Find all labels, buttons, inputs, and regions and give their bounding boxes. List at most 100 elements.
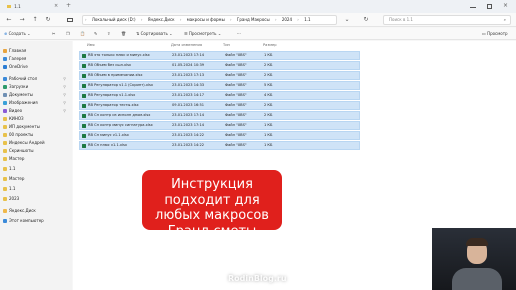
create-button[interactable]: ⊕ Создать ⌄ (4, 30, 31, 38)
folder-icon (3, 156, 7, 161)
refresh-icon[interactable]: ↻ (362, 16, 370, 24)
sidebar-item[interactable]: Мастер (3, 175, 69, 182)
sidebar-item[interactable]: Яндекс.Диск (3, 207, 69, 214)
sidebar-item[interactable]: Видео ⚲ (3, 107, 69, 114)
column-header-size[interactable]: Размер (263, 41, 276, 49)
more-options-icon[interactable]: ··· (237, 30, 241, 38)
file-type: Файл "XBS" (225, 83, 247, 87)
pin-icon: ⚲ (63, 100, 66, 105)
sidebar-item-label: 1.1 (9, 166, 16, 171)
cut-icon[interactable]: ✂ (52, 30, 55, 38)
breadcrumb-item[interactable]: 1.1 (302, 16, 312, 24)
preview-button[interactable]: ▭ Просмотр (482, 30, 508, 38)
column-header-date[interactable]: Дата изменения (171, 41, 202, 49)
file-row[interactable]: RB Сн минус v1.1.xlsx 23.01.2023 14:22 Фай… (79, 131, 360, 140)
sidebar-item[interactable]: Мастер (3, 155, 69, 162)
sidebar-item[interactable]: Галерея (3, 55, 69, 62)
refresh-icon[interactable]: ↻ (44, 16, 52, 24)
file-size: 1 КБ (264, 123, 273, 127)
view-button[interactable]: ☰ Просмотреть ⌄ (184, 30, 221, 38)
video-icon (3, 108, 7, 113)
sidebar-item-label: Изображения (9, 100, 38, 105)
computer-icon (3, 218, 7, 223)
sidebar-item-label: OneDrive (9, 64, 28, 69)
file-name: RB Регуляратор v1.1 (Скрипт).xlsx (88, 83, 153, 87)
sidebar-item[interactable]: Скриншоты (3, 147, 69, 154)
sidebar-item-label: Галерея (9, 56, 27, 61)
navigation-pane: Главная Галерея OneDrive Рабочий стол ⚲ Загру… (0, 41, 72, 290)
sidebar-item[interactable]: Рабочий стол ⚲ (3, 75, 69, 82)
folder-icon (7, 5, 11, 8)
paste-icon[interactable]: 📋 (80, 30, 85, 38)
watermark: RodinBlog.ru (228, 274, 287, 283)
sidebar-item[interactable]: Документы ⚲ (3, 91, 69, 98)
breadcrumb-item[interactable]: макросы и формы (185, 16, 227, 24)
close-window-button[interactable]: × (503, 2, 508, 9)
sidebar-item[interactable]: ИП документы (3, 123, 69, 130)
file-row[interactable]: RB Сн контр минус сигнатура.xlsx 23.01.20… (79, 121, 360, 130)
file-row[interactable]: RB Объем в примечании.xlsx 23.01.2023 17:… (79, 71, 360, 80)
file-type: Файл "XBS" (225, 103, 247, 107)
breadcrumb-item[interactable]: Локальный диск (D:) (90, 16, 138, 24)
file-row[interactable]: RB это только плюс и минус.xlsx 23.01.202… (79, 51, 360, 60)
file-type: Файл "XBS" (225, 53, 247, 57)
column-headers: Имя Дата изменения Тип Размер (73, 41, 516, 49)
sidebar-item[interactable]: Загрузки ⚲ (3, 83, 69, 90)
folder-icon (3, 166, 7, 171)
file-type: Файл "XBS" (225, 133, 247, 137)
file-row[interactable]: RB Регуляратор тесты.xlsx 09.01.2023 16:5… (79, 101, 360, 110)
sidebar-item[interactable]: Главная (3, 47, 69, 54)
sidebar-item[interactable]: Изображения ⚲ (3, 99, 69, 106)
minimize-button[interactable] (470, 7, 476, 8)
file-size: 1 КБ (264, 53, 273, 57)
chevron-right-icon: › (179, 17, 182, 22)
column-header-type[interactable]: Тип (223, 41, 230, 49)
file-row[interactable]: RB Сн контр из исполн дном.xlsx 23.01.202… (79, 111, 360, 120)
share-icon[interactable]: ⇪ (107, 30, 110, 38)
file-date: 23.01.2023 17:14 (172, 113, 205, 117)
home-icon (3, 48, 7, 53)
delete-icon[interactable]: 🗑 (121, 30, 126, 38)
column-header-name[interactable]: Имя (87, 41, 95, 49)
up-arrow-icon[interactable]: ↑ (31, 16, 39, 24)
sidebar-item[interactable]: КИНОЗ (3, 115, 69, 122)
folder-icon (3, 124, 7, 129)
file-size: 4 КБ (264, 93, 273, 97)
file-row[interactable]: RB Регуляратор v1.1 (Скрипт).xlsx 23.01.2… (79, 81, 360, 90)
rename-icon[interactable]: ✎ (94, 30, 97, 38)
close-tab-button[interactable]: × (54, 3, 58, 9)
file-row[interactable]: RB Регуляратор v1.1.xlsx 23.01.2023 14:17… (79, 91, 360, 100)
chevron-down-icon[interactable]: ⌄ (343, 16, 351, 24)
file-row[interactable]: RB Объем без сшл.xlsx 01.05.2024 10:39 Фай… (79, 61, 360, 70)
sidebar-item[interactable]: 2023 (3, 195, 69, 202)
sidebar-item-label: Индексы Андрей (9, 140, 45, 145)
breadcrumb-item[interactable]: 2024 (280, 16, 294, 24)
sidebar-item[interactable]: 1.1 (3, 165, 69, 172)
sidebar-item[interactable]: 00 проекты (3, 131, 69, 138)
breadcrumb-item[interactable]: Яндекс.Диск (146, 16, 177, 24)
excel-file-icon (82, 133, 86, 138)
copy-icon[interactable]: ❐ (66, 30, 70, 38)
file-date: 23.01.2023 14:17 (172, 93, 205, 97)
file-row[interactable]: RB Сн плюс v1.1.xlsx 23.01.2023 14:22 Файл… (79, 141, 360, 150)
sidebar-item[interactable]: Этот компьютер (3, 217, 69, 224)
monitor-icon[interactable] (66, 16, 74, 24)
address-bar[interactable]: › Локальный диск (D:) › Яндекс.Диск › ма… (82, 15, 337, 25)
tab-title: 1.1 (14, 4, 21, 9)
instruction-banner: Инструкция подходит для любых макросов Г… (142, 170, 282, 239)
sort-button[interactable]: ⇅ Сортировать ⌄ (136, 30, 172, 38)
back-arrow-icon[interactable]: ← (5, 16, 13, 24)
file-size: 2 КБ (264, 63, 273, 67)
new-tab-button[interactable]: + (66, 2, 71, 9)
file-name: RB Сн минус v1.1.xlsx (88, 133, 129, 137)
breadcrumb-item[interactable]: Гранд Макросы (235, 16, 272, 24)
title-bar: 1.1 × + × (0, 0, 516, 13)
forward-arrow-icon[interactable]: → (18, 16, 26, 24)
sidebar-item[interactable]: 1.1 (3, 185, 69, 192)
file-name: RB Регуляратор тесты.xlsx (88, 103, 139, 107)
sidebar-item[interactable]: OneDrive (3, 63, 69, 70)
sidebar-item[interactable]: Индексы Андрей (3, 139, 69, 146)
file-type: Файл "XBS" (225, 93, 247, 97)
search-input[interactable]: Поиск в 1.1 ⌕ (383, 15, 511, 25)
maximize-button[interactable] (487, 4, 492, 9)
